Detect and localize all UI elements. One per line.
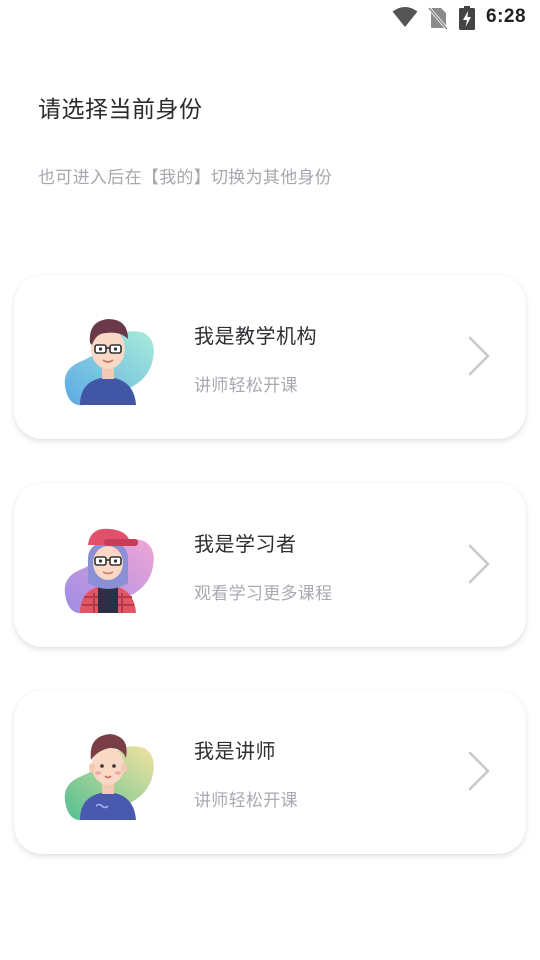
wifi-icon	[392, 7, 418, 27]
status-time: 6:28	[486, 6, 527, 27]
teacher-avatar-icon	[64, 734, 154, 821]
no-sim-icon	[428, 7, 448, 30]
chevron-right-icon	[468, 336, 490, 376]
chevron-right-icon	[468, 751, 490, 791]
role-title: 我是讲师	[194, 739, 276, 763]
institution-avatar-icon	[64, 319, 154, 406]
page-title: 请选择当前身份	[38, 97, 203, 123]
role-description: 讲师轻松开课	[194, 791, 298, 811]
role-description: 观看学习更多课程	[194, 584, 333, 604]
learner-avatar-icon	[64, 528, 154, 614]
battery-charging-icon	[459, 6, 475, 30]
chevron-right-icon	[468, 544, 490, 584]
role-card-teacher[interactable]: 我是讲师 讲师轻松开课	[14, 690, 526, 854]
page-subtitle: 也可进入后在【我的】切换为其他身份	[38, 168, 333, 188]
role-title: 我是学习者	[194, 532, 297, 556]
role-title: 我是教学机构	[194, 324, 317, 348]
role-card-institution[interactable]: 我是教学机构 讲师轻松开课	[14, 275, 526, 439]
role-description: 讲师轻松开课	[194, 376, 298, 396]
role-card-learner[interactable]: 我是学习者 观看学习更多课程	[14, 483, 526, 647]
status-bar: 6:28	[0, 0, 540, 36]
